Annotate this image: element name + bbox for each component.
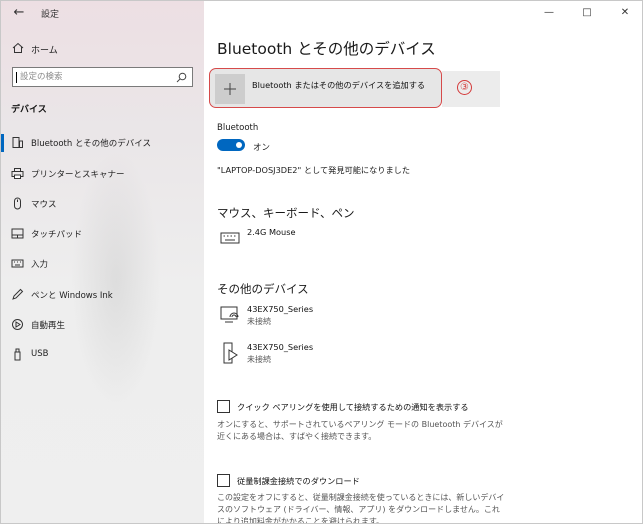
sidebar-item-label: プリンターとスキャナー [31,170,125,180]
page-title: Bluetooth とその他のデバイス [217,40,436,58]
sidebar-item-bluetooth[interactable]: Bluetooth とその他のデバイス [1,131,204,155]
media-device-icon [223,342,238,364]
sidebar-item-mouse[interactable]: マウス [1,192,204,216]
swift-pair-description: オンにすると、サポートされているペアリング モードの Bluetooth デバイ… [217,420,503,441]
wireless-display-icon [220,306,239,323]
add-device-button[interactable]: Bluetooth またはその他のデバイスを追加する [209,68,442,108]
search-input[interactable] [20,70,170,84]
app-title: 設定 [41,10,60,20]
sidebar-item-label: ペンと Windows Ink [31,291,113,301]
device-status: 未接続 [247,317,271,326]
home-label: ホーム [31,46,58,56]
sidebar-item-autoplay[interactable]: 自動再生 [1,313,204,337]
section-heading-mouse-keyboard-pen: マウス、キーボード、ペン [217,206,355,220]
sidebar-item-typing[interactable]: 入力 [1,252,204,276]
device-name: 2.4G Mouse [247,227,296,237]
metered-download-checkbox[interactable] [217,474,230,487]
pen-icon [12,288,24,300]
swift-pair-label: クイック ペアリングを使用して接続するための通知を表示する [237,402,469,412]
bluetooth-toggle[interactable] [217,139,245,151]
device-item-other-1[interactable]: 43EX750_Series 未接続 [217,304,477,334]
metered-download-description: この設定をオフにすると、従量制課金接続を使っているときには、新しいデバイスのソフ… [217,493,505,524]
main-content: — □ ✕ Bluetooth とその他のデバイス Bluetooth またはそ… [204,1,642,524]
bluetooth-devices-icon [12,137,23,148]
section-label-devices: デバイス [11,105,47,115]
section-heading-other-devices: その他のデバイス [217,282,309,296]
selection-marker [1,134,4,152]
sidebar-item-label: マウス [31,200,57,210]
sidebar-item-pen[interactable]: ペンと Windows Ink [1,283,204,307]
usb-icon [14,348,21,361]
window-controls: — □ ✕ [534,1,642,27]
sidebar-item-label: タッチパッド [31,230,83,240]
printer-icon [11,168,24,179]
text-caret [16,72,17,83]
swift-pair-checkbox[interactable] [217,400,230,413]
keyboard-icon [11,259,24,268]
add-device-label: Bluetooth またはその他のデバイスを追加する [252,80,426,90]
keyboard-device-icon [220,232,240,244]
device-item-other-2[interactable]: 43EX750_Series 未接続 [217,342,477,372]
bluetooth-state: オン [253,143,271,153]
device-name: 43EX750_Series [247,342,314,352]
search-box[interactable] [12,67,193,87]
sidebar-item-label: 入力 [31,260,49,270]
plus-icon [215,74,245,104]
device-status: 未接続 [247,355,271,364]
maximize-button[interactable]: □ [572,4,602,22]
sidebar-item-label: USB [31,349,49,359]
sidebar-item-label: Bluetooth とその他のデバイス [31,139,151,149]
swift-pair-checkbox-row[interactable]: クイック ペアリングを使用して接続するための通知を表示する [217,400,617,416]
sidebar: ← 設定 ホーム デバイス Bluetooth とその [1,1,204,523]
sidebar-item-label: 自動再生 [31,321,66,331]
touchpad-icon [11,228,24,239]
sidebar-item-printers[interactable]: プリンターとスキャナー [1,162,204,186]
back-arrow-icon[interactable]: ← [9,5,29,21]
metered-download-label: 従量制課金接続でのダウンロード [237,476,360,486]
device-name: 43EX750_Series [247,304,314,314]
annotation-step-number: ③ [457,80,472,95]
mouse-icon [14,197,21,210]
titlebar-left: ← 設定 [1,1,204,27]
discoverable-text: "LAPTOP-DOSJ3DE2" として発見可能になりました [217,165,411,175]
nav-home[interactable]: ホーム [1,39,204,59]
minimize-button[interactable]: — [534,4,564,22]
search-icon[interactable] [176,72,187,83]
autoplay-icon [12,319,23,330]
home-icon [12,42,24,53]
close-button[interactable]: ✕ [610,4,640,22]
sidebar-item-usb[interactable]: USB [1,343,204,367]
toggle-knob [236,142,242,148]
metered-download-checkbox-row[interactable]: 従量制課金接続でのダウンロード [217,474,617,490]
bluetooth-label: Bluetooth [217,123,259,133]
settings-window: ← 設定 ホーム デバイス Bluetooth とその [0,0,643,524]
device-item-mouse[interactable]: 2.4G Mouse [217,227,477,257]
sidebar-item-touchpad[interactable]: タッチパッド [1,222,204,246]
